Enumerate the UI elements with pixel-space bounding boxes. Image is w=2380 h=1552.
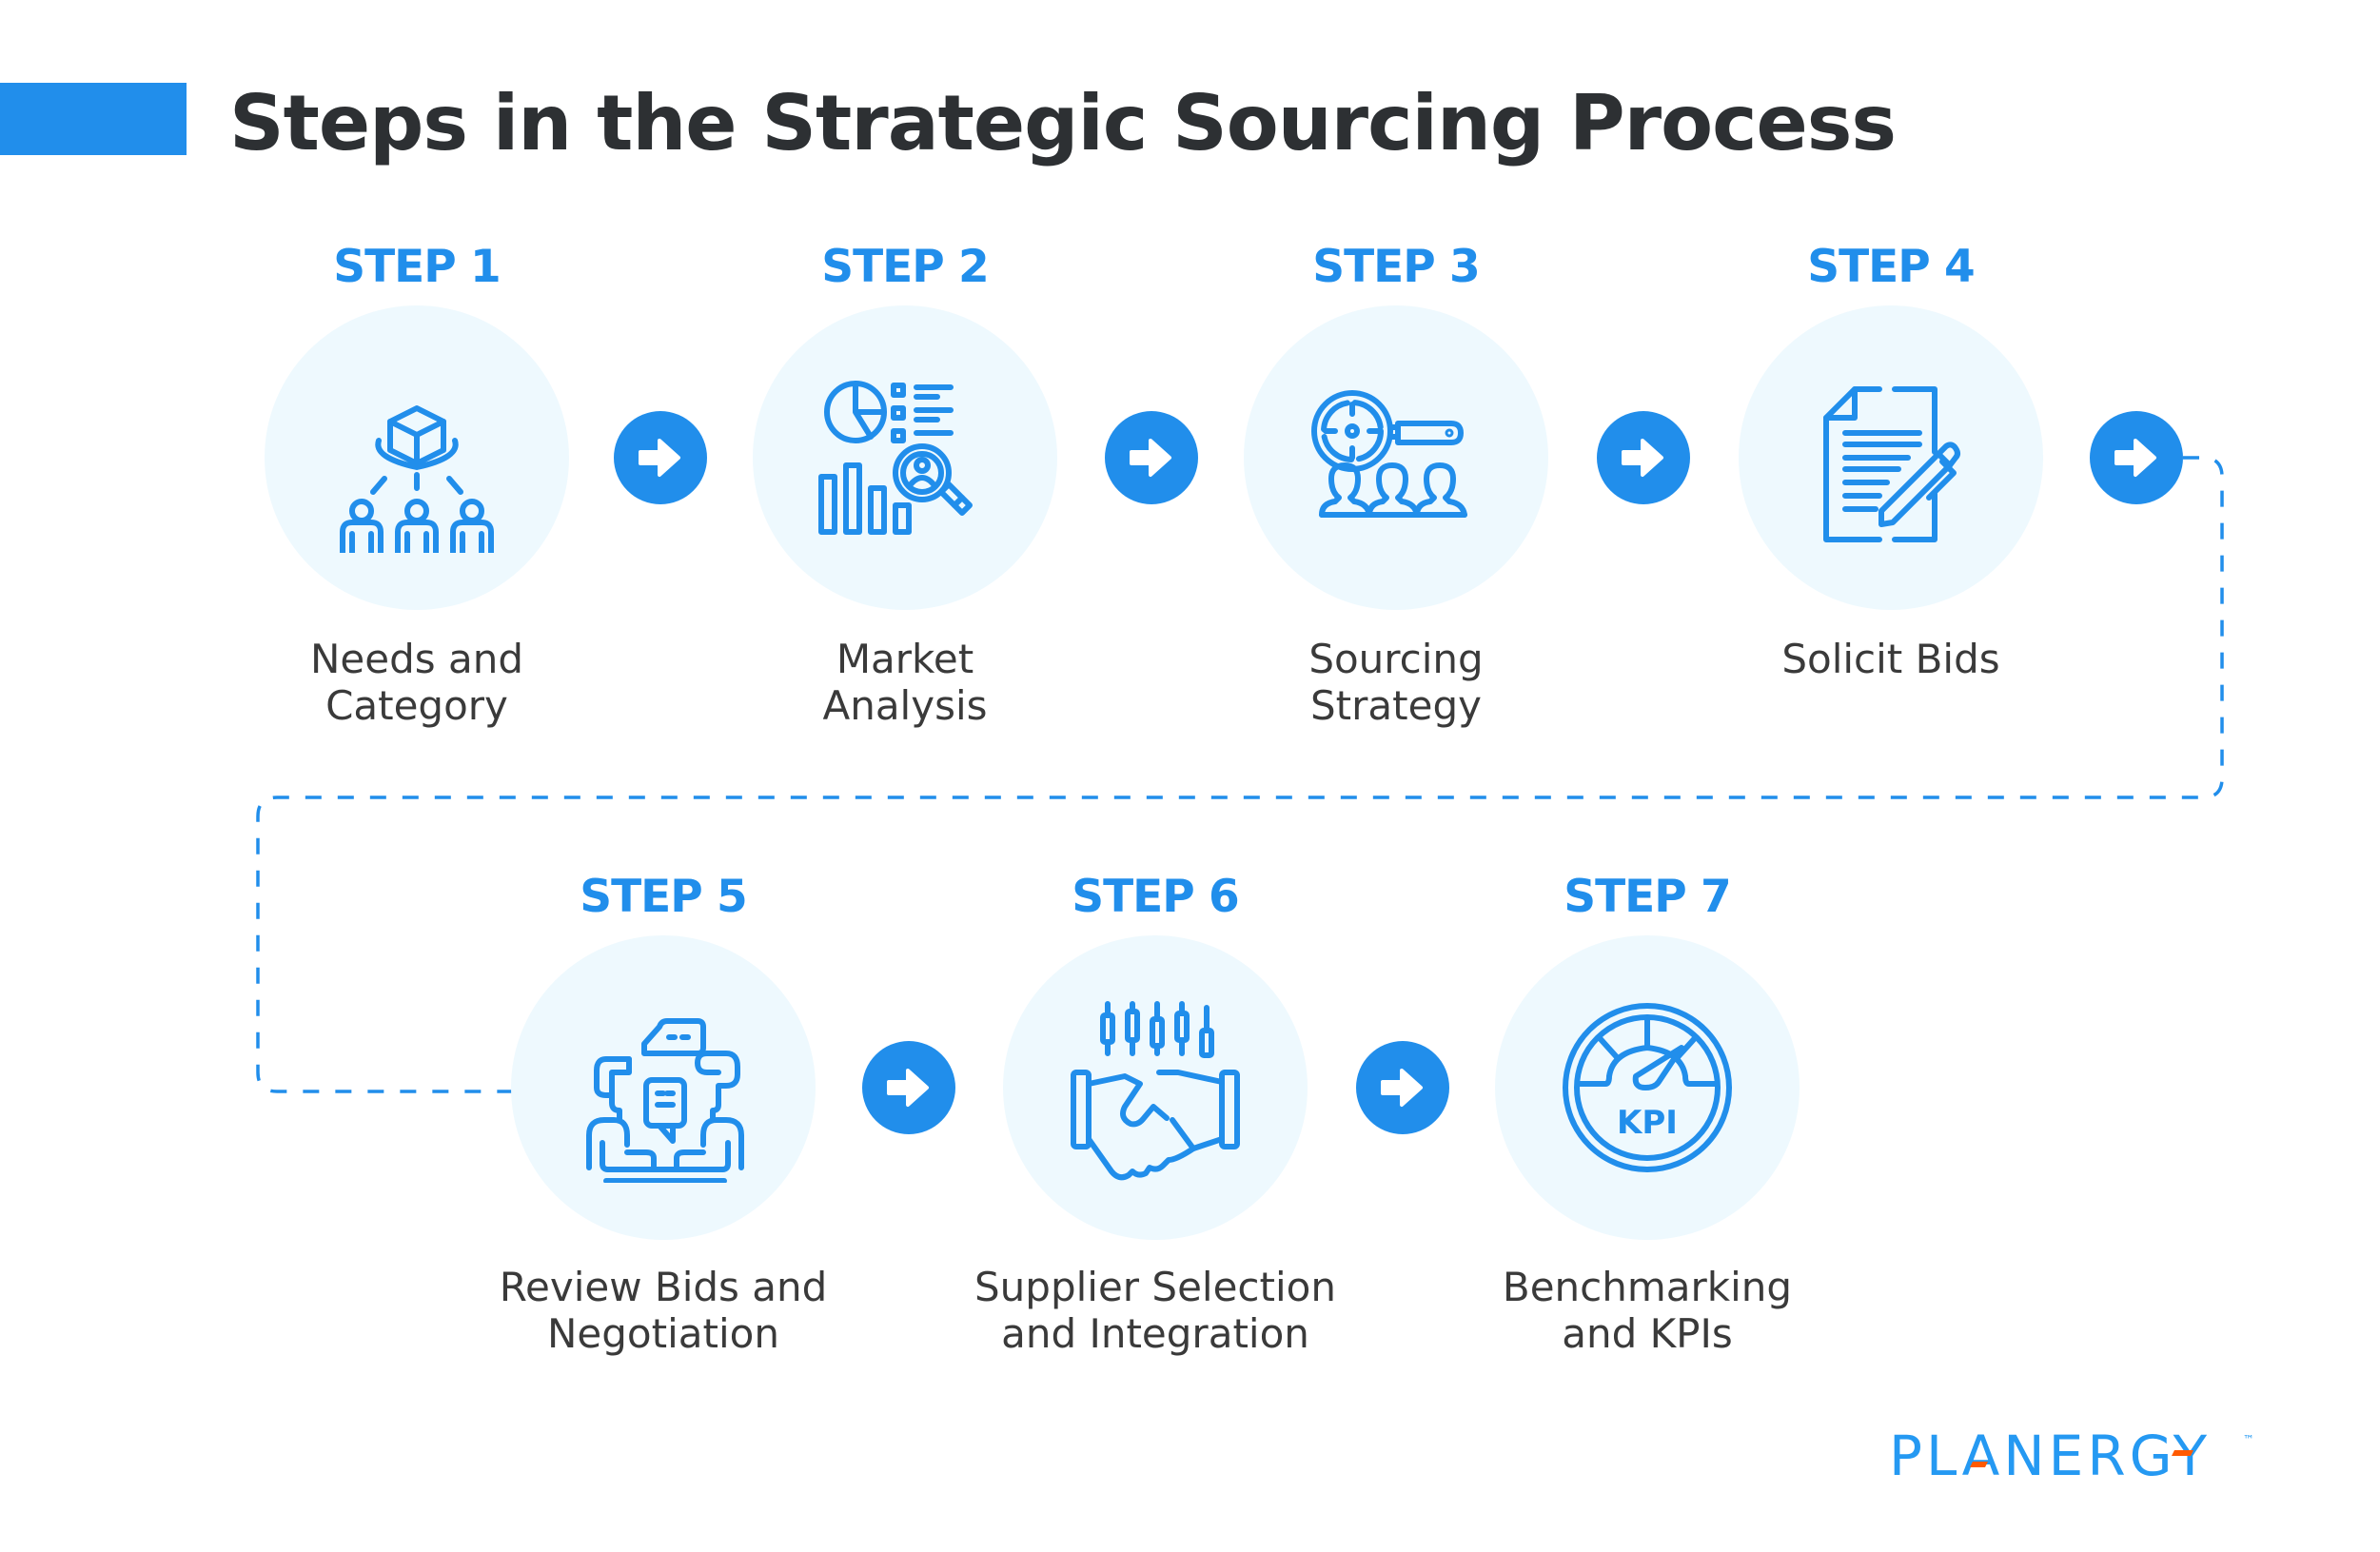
arrow-step1-to-step2 [614, 411, 707, 504]
step-icon-circle: KPI [1495, 935, 1800, 1240]
step-name: Sourcing Strategy [1149, 636, 1643, 729]
target-search-icon [1311, 390, 1467, 518]
step-name-line-2: and Integration [1001, 1310, 1309, 1357]
arrow-right-icon [1381, 1069, 1423, 1107]
step-number: STEP 3 [1312, 241, 1481, 293]
arrow-step5-to-step6 [862, 1041, 955, 1134]
step-icon-circle [753, 305, 1057, 610]
step-name-line-1: Needs and [309, 636, 523, 682]
arrow-step3-to-step4 [1597, 411, 1690, 504]
step-icon-circle [265, 305, 569, 610]
planergy-logo: PLANERGY ™ [1889, 1427, 2254, 1484]
step-name-line-1: Sourcing [1308, 636, 1484, 682]
step-number: STEP 4 [1807, 241, 1976, 293]
step-icon-circle [1244, 305, 1548, 610]
step-icon-circle [511, 935, 816, 1240]
step-name: Solicit Bids [1643, 636, 2138, 682]
step-name: Review Bids and Negotiation [416, 1264, 911, 1357]
step-name: Market Analysis [658, 636, 1152, 729]
step-name-line-1: Market [836, 636, 974, 682]
step-name-line-2: Analysis [822, 682, 988, 729]
step-number: STEP 7 [1564, 871, 1732, 923]
step-name: Benchmarking and KPIs [1400, 1264, 1895, 1357]
arrow-right-icon [1130, 439, 1171, 477]
arrow-right-icon [887, 1069, 929, 1107]
kpi-gauge-icon: KPI [1563, 1003, 1732, 1172]
arrow-right-icon [639, 439, 680, 477]
kpi-icon-text: KPI [1617, 1104, 1678, 1142]
negotiation-icon [586, 1018, 744, 1183]
step-name-line-1: Benchmarking [1502, 1264, 1793, 1310]
step-name-line-2: Strategy [1310, 682, 1482, 729]
step-name-line-1: Review Bids and [499, 1264, 828, 1310]
arrow-right-icon [2114, 439, 2156, 477]
document-pen-icon [1823, 386, 1960, 542]
step-icon-circle [1003, 935, 1308, 1240]
logo-accent-marks [1970, 1450, 2193, 1467]
step-name-line-2: Category [325, 682, 508, 729]
step-name-line-2: and KPIs [1562, 1310, 1733, 1357]
step-icon-circle [1739, 305, 2043, 610]
supply-network-icon [340, 405, 494, 553]
logo-trademark: ™ [2243, 1433, 2254, 1446]
step-name-line-2: Negotiation [547, 1310, 779, 1357]
handshake-icon [1071, 1001, 1240, 1181]
step-name: Needs and Category [169, 636, 664, 729]
step-name-line-1: Solicit Bids [1781, 636, 2000, 682]
arrow-step6-to-step7 [1356, 1041, 1449, 1134]
arrow-right-icon [1622, 439, 1663, 477]
market-analysis-icon [818, 381, 973, 535]
arrow-step4-to-step5 [2090, 411, 2183, 504]
step-number: STEP 1 [333, 241, 502, 293]
step-name-line-1: Supplier Selection [974, 1264, 1336, 1310]
arrow-step2-to-step3 [1105, 411, 1198, 504]
step-name: Supplier Selection and Integration [908, 1264, 1403, 1357]
step-number: STEP 5 [580, 871, 748, 923]
step-number: STEP 2 [821, 241, 990, 293]
step-number: STEP 6 [1072, 871, 1240, 923]
